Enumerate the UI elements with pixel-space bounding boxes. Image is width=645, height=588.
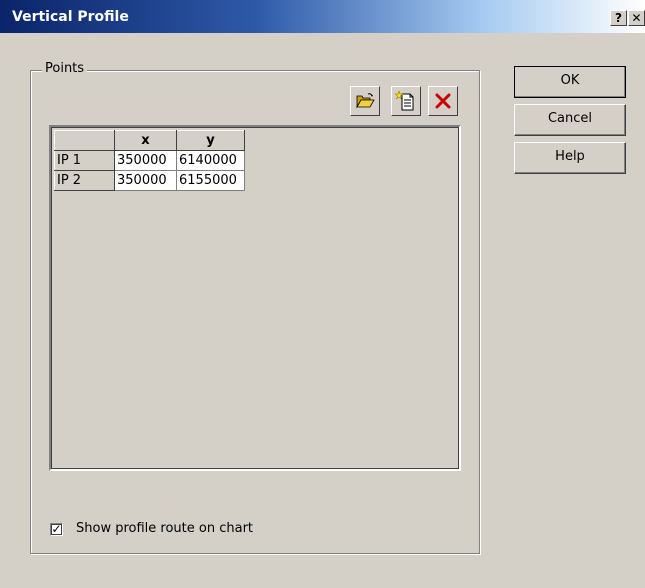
new-point-button[interactable]: [391, 86, 421, 116]
delete-x-icon: [435, 93, 451, 109]
row-header[interactable]: IP 1: [54, 150, 115, 171]
column-header-x[interactable]: x: [114, 130, 177, 151]
new-document-icon: [395, 90, 414, 111]
points-group-label: Points: [42, 61, 88, 76]
cell-x[interactable]: 350000: [114, 150, 177, 171]
cell-y[interactable]: 6140000: [176, 150, 245, 171]
show-route-checkbox[interactable]: ✓: [50, 523, 63, 536]
cancel-button[interactable]: Cancel: [514, 104, 626, 136]
column-header-y[interactable]: y: [176, 130, 245, 151]
title-bar: Vertical Profile ? ✕: [0, 0, 645, 33]
cell-x[interactable]: 350000: [114, 170, 177, 191]
folder-open-icon: [356, 93, 375, 109]
table-row: IP 1 350000 6140000: [54, 150, 245, 171]
help-button[interactable]: Help: [514, 142, 626, 174]
open-file-button[interactable]: [350, 86, 380, 116]
context-help-button[interactable]: ?: [610, 10, 627, 26]
close-button[interactable]: ✕: [628, 10, 645, 26]
corner-header: [54, 130, 115, 151]
table-row: IP 2 350000 6155000: [54, 170, 245, 191]
show-route-label[interactable]: Show profile route on chart: [76, 521, 253, 536]
cell-y[interactable]: 6155000: [176, 170, 245, 191]
table-header-row: x y: [54, 130, 245, 151]
row-header[interactable]: IP 2: [54, 170, 115, 191]
delete-point-button[interactable]: [428, 86, 458, 116]
points-table: x y IP 1 350000 6140000 IP 2 350000 6155…: [54, 130, 245, 191]
window-title: Vertical Profile: [12, 9, 129, 25]
ok-button[interactable]: OK: [514, 66, 626, 98]
